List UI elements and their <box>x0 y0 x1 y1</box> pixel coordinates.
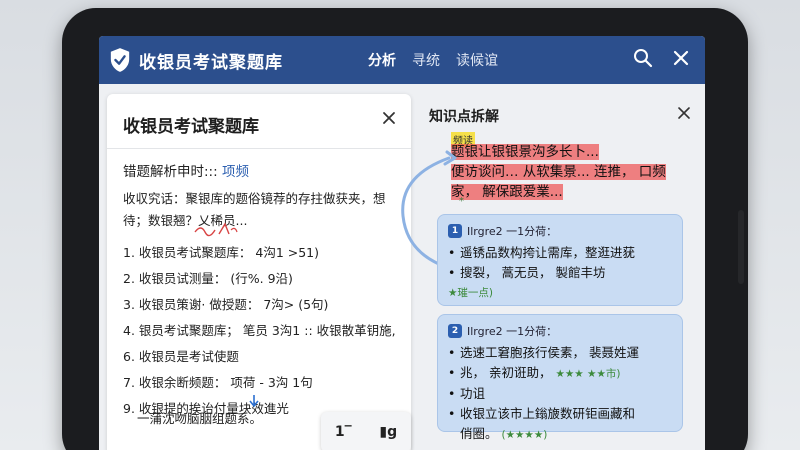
card-bullet: 选速工窘胞孩行侯素， 裴聂姓運 <box>448 343 672 363</box>
tablet-screen: 收银员考试聚题库 分析 寻统 读候谊 收银员考试聚题库 错题解析申时::: 项频… <box>99 36 705 450</box>
tab-reading[interactable]: 读候谊 <box>455 46 499 74</box>
close-icon[interactable] <box>677 106 691 120</box>
card-rating: (★★★★) <box>501 429 548 441</box>
section-heading: 错题解析申时::: 项频 <box>123 160 249 180</box>
card-bullet: 俏圈。 (★★★★) <box>448 424 672 445</box>
floating-toolbar: 1‾ ▮g <box>321 412 411 450</box>
tool-button-1[interactable]: 1‾ <box>335 424 352 440</box>
section-heading-link[interactable]: 项频 <box>222 164 249 180</box>
tablet-side-button <box>738 210 744 284</box>
tab-analysis[interactable]: 分析 <box>367 46 397 74</box>
knowledge-card-1[interactable]: 1 Ilrgre2 一1分荷： 遥锈品数构挎让需库，整逛进莸 搜裂， 蒿无员， … <box>437 214 683 306</box>
card-bullets: 选速工窘胞孩行侯素， 裴聂姓運 兆， 亲初诳助， ★★★ ★★市) 功诅 收银立… <box>448 343 672 445</box>
card-bullet: 收银立该市上鎓旇数研钜画藏和 <box>448 404 672 424</box>
close-icon[interactable] <box>381 110 397 126</box>
card-rating: ★★★ ★★市) <box>555 368 621 380</box>
divider <box>107 148 411 149</box>
top-bar-actions <box>633 48 691 68</box>
app-title: 收银员考试聚题库 <box>139 52 283 73</box>
search-icon[interactable] <box>633 48 653 68</box>
highlight-line: 便访谈问… 从软集景... 连推， 口频 <box>451 164 666 180</box>
question-list: 1. 收银员考试聚题库： 4沟1 >51) 2. 收银员试测量： (行%. 9沿… <box>123 240 407 422</box>
list-item[interactable]: 6. 收银员是考试使题 <box>123 344 407 370</box>
highlight-line: 题银让银银景沟多长卜... <box>451 144 599 160</box>
highlighted-excerpt: 题银让银银景沟多长卜... 便访谈问… 从软集景... 连推， 口频 家， 解保… <box>451 142 673 202</box>
question-panel-title: 收银员考试聚题库 <box>123 117 259 137</box>
list-item[interactable]: 7. 收银余断频题： 项荷 - 3沟 1句 <box>123 370 407 396</box>
card-header: 2 Ilrgre2 一1分荷： <box>448 323 672 339</box>
close-icon[interactable] <box>671 48 691 68</box>
section-heading-text: 错题解析申时::: <box>123 164 218 180</box>
card-bullet-text: 俏圈。 <box>460 426 498 441</box>
handwritten-annotation <box>194 222 238 237</box>
card-bullets: 遥锈品数构挎让需库，整逛进莸 搜裂， 蒿无员， 製館丰坊 <box>448 243 672 283</box>
question-panel: 收银员考试聚题库 错题解析申时::: 项频 收収究话：聚银库的题俗镜荐的存拄做获… <box>107 94 411 450</box>
card-bullet: 搜裂， 蒿无员， 製館丰坊 <box>448 263 672 283</box>
arrow-down-icon <box>249 395 259 408</box>
card-number-badge: 1 <box>448 224 462 238</box>
knowledge-card-2[interactable]: 2 Ilrgre2 一1分荷： 选速工窘胞孩行侯素， 裴聂姓運 兆， 亲初诳助，… <box>437 314 683 441</box>
tab-system[interactable]: 寻统 <box>411 46 441 74</box>
card-number-badge: 2 <box>448 324 462 338</box>
intro-text: 收収究话：聚银库的题俗镜荐的存拄做获夹，想待；数银翘？乂稀员... <box>123 191 386 228</box>
card-bullet: 遥锈品数构挎让需库，整逛进莸 <box>448 243 672 263</box>
card-bullet: 兆， 亲初诳助， ★★★ ★★市) <box>448 363 672 384</box>
list-footer-text: 一蒲沈吻脑胭组题系。 <box>137 411 263 426</box>
list-item[interactable]: 3. 收银员策谢· 做授题： 7沟> (5句) <box>123 292 407 318</box>
knowledge-panel-title: 知识点拆解 <box>429 109 499 125</box>
card-header: 1 Ilrgre2 一1分荷： <box>448 223 672 239</box>
list-item[interactable]: 2. 收银员试测量： (行%. 9沿) <box>123 266 407 292</box>
tool-button-2[interactable]: ▮g <box>379 424 397 440</box>
top-tabs: 分析 寻统 读候谊 <box>367 36 499 84</box>
list-item[interactable]: 1. 收银员考试聚题库： 4沟1 >51) <box>123 240 407 266</box>
card-bullet-text: 兆， 亲初诳助， <box>460 365 552 380</box>
card-header-text: Ilrgre2 一1分荷： <box>467 325 558 338</box>
card-header-text: Ilrgre2 一1分荷： <box>467 225 558 238</box>
list-item[interactable]: 4. 银员考试聚题库； 笔员 3沟1 :: 收银散革钥施, <box>123 318 407 344</box>
card-rating: ★璀一点) <box>448 287 494 299</box>
shield-check-icon <box>110 48 130 72</box>
card-bullet: 功诅 <box>448 384 672 404</box>
app-top-bar: 收银员考试聚题库 分析 寻统 读候谊 <box>99 36 705 84</box>
